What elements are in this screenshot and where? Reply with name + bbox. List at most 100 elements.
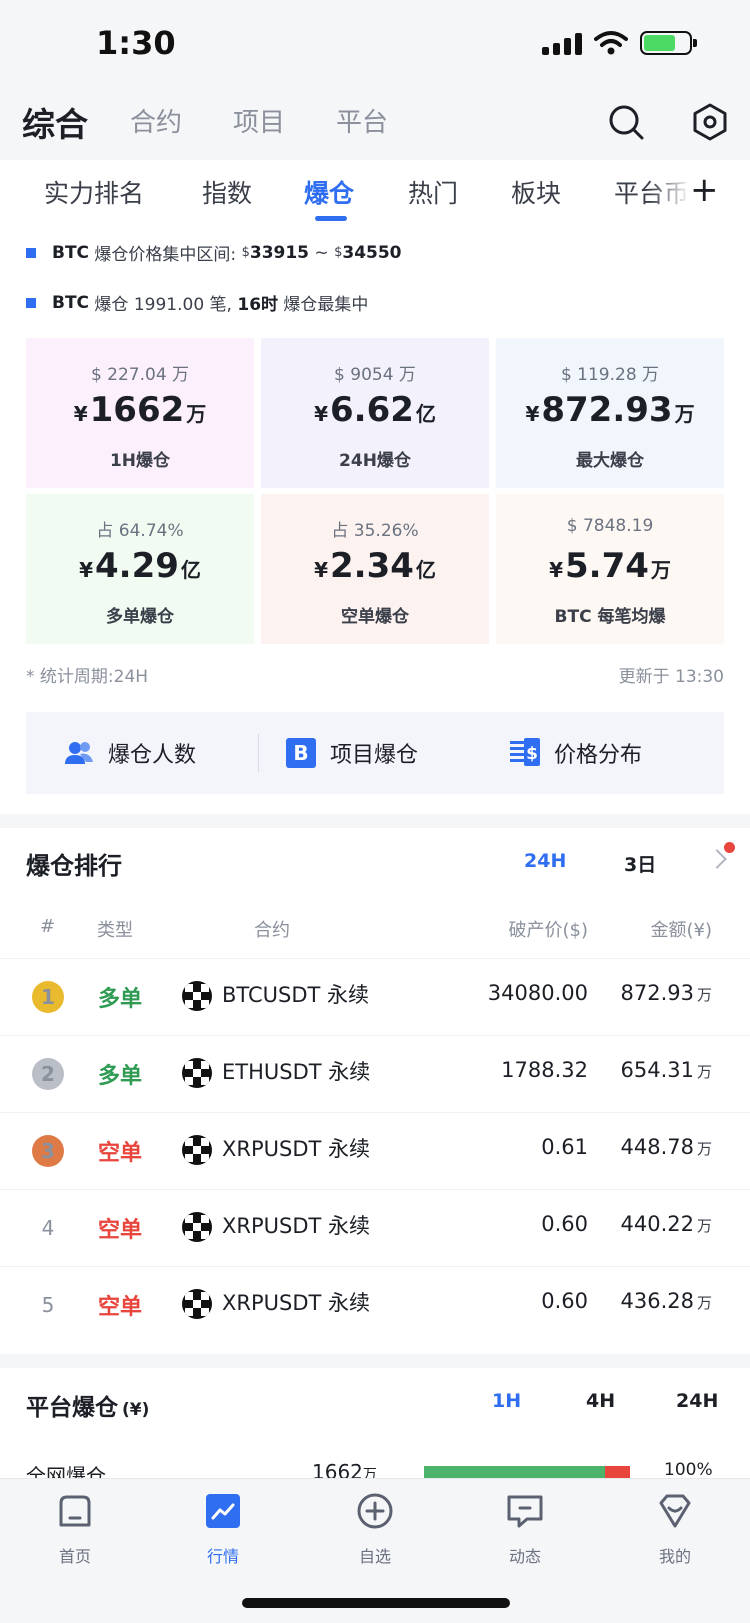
stat-card-sub: 占 64.74% <box>96 521 184 541</box>
medal-icon: 1 <box>32 981 64 1013</box>
period-24h[interactable]: 24H <box>524 850 566 872</box>
settings-hexagon-icon[interactable] <box>690 102 730 142</box>
stat-card-label: 多单爆仓 <box>106 607 174 627</box>
subtab-liquidation[interactable]: 爆仓 <box>304 174 354 210</box>
stat-card-label: 1H爆仓 <box>109 451 171 471</box>
col-bankruptcy-price: 破产价($) <box>508 920 589 941</box>
platform-percent: 100% <box>664 1460 713 1480</box>
quick-price-distribution[interactable]: $ 价格分布 <box>510 712 642 794</box>
position-type: 多单 <box>98 987 143 1012</box>
status-icons <box>542 30 697 56</box>
stat-card-value: ¥2.34 亿 <box>314 546 436 586</box>
tabbar-profile[interactable]: 我的 <box>630 1491 720 1567</box>
platform-title: 平台爆仓 (¥) <box>26 1395 150 1421</box>
liquidation-count-info: BTC 爆仓 1991.00 笔, 16时 爆仓最集中 <box>26 290 368 315</box>
exchange-logo-icon <box>182 981 212 1011</box>
subtab-index[interactable]: 指数 <box>202 174 252 210</box>
subtab-sector[interactable]: 板块 <box>511 174 561 210</box>
contract-name: XRPUSDT 永续 <box>222 1291 371 1315</box>
stat-card-value: ¥4.29 亿 <box>79 546 201 586</box>
bullet-square-icon <box>26 297 36 308</box>
bitcoin-icon: B <box>286 738 316 768</box>
svg-text:$: $ <box>526 744 538 764</box>
home-icon <box>59 1495 91 1527</box>
platform-tab-24h[interactable]: 24H <box>676 1390 718 1412</box>
top-nav: 综合 合约 项目 平台 <box>0 90 750 160</box>
liquidation-amount: 654.31 万 <box>620 1058 713 1082</box>
tabbar-watchlist[interactable]: 自选 <box>330 1491 420 1567</box>
add-circle-icon <box>357 1493 393 1529</box>
quick-links-bar: 爆仓人数 B 项目爆仓 $ 价格分布 <box>26 712 724 794</box>
bankruptcy-price: 0.61 <box>541 1135 588 1159</box>
quick-liquidated-users[interactable]: 爆仓人数 <box>64 712 196 794</box>
table-row[interactable]: 5 空单 XRPUSDT 永续 0.60 436.28 万 <box>0 1266 750 1342</box>
message-icon <box>507 1495 543 1528</box>
chevron-right-icon[interactable] <box>707 849 727 869</box>
stat-card-value: ¥1662 万 <box>73 390 207 430</box>
tab-overview[interactable]: 综合 <box>22 98 88 146</box>
tabbar-home[interactable]: 首页 <box>30 1491 120 1567</box>
battery-icon <box>640 31 697 55</box>
medal-icon: 3 <box>32 1135 64 1167</box>
rank-number: 5 <box>41 1293 55 1317</box>
stat-card: $ 119.28 万 ¥872.93 万最大爆仓 <box>496 338 724 488</box>
contract-name: BTCUSDT 永续 <box>222 983 370 1007</box>
tab-contracts[interactable]: 合约 <box>130 102 182 139</box>
liquidation-amount: 436.28 万 <box>620 1289 713 1313</box>
stat-card-label: 空单爆仓 <box>341 607 409 627</box>
exchange-logo-icon <box>182 1212 212 1242</box>
tab-projects[interactable]: 项目 <box>233 102 285 139</box>
search-icon[interactable] <box>606 102 646 142</box>
platform-tab-1h[interactable]: 1H <box>492 1390 521 1412</box>
position-type: 空单 <box>98 1218 143 1243</box>
contract-name: XRPUSDT 永续 <box>222 1214 371 1238</box>
stat-card-value: ¥872.93 万 <box>525 390 695 430</box>
svg-text:B: B <box>293 741 308 765</box>
stat-card-value: ¥6.62 亿 <box>314 390 436 430</box>
stat-card-value: ¥5.74 万 <box>549 546 671 586</box>
profile-icon <box>659 1494 691 1528</box>
tabbar-feed[interactable]: 动态 <box>480 1491 570 1567</box>
exchange-logo-icon <box>182 1058 212 1088</box>
tabbar-market[interactable]: 行情 <box>178 1491 268 1567</box>
subtab-strength-rank[interactable]: 实力排名 <box>44 174 144 210</box>
market-chart-icon <box>206 1494 240 1528</box>
exchange-logo-icon <box>182 1135 212 1165</box>
stat-card: $ 7848.19 ¥5.74 万 BTC 每笔均爆 <box>496 494 724 644</box>
period-3d[interactable]: 3日 <box>624 850 656 877</box>
platform-tab-4h[interactable]: 4H <box>586 1390 615 1412</box>
notification-dot <box>724 842 735 853</box>
update-time: 更新于 13:30 <box>618 667 724 687</box>
table-row[interactable]: 1 多单 BTCUSDT 永续 34080.00 872.93 万 <box>0 958 750 1034</box>
contract-name: XRPUSDT 永续 <box>222 1137 371 1161</box>
stat-card-sub: $ 119.28 万 <box>560 365 660 385</box>
bankruptcy-price: 1788.32 <box>501 1058 588 1082</box>
sub-tabs: 实力排名 指数 爆仓 热门 板块 平台币 + <box>0 160 750 228</box>
table-row[interactable]: 3 空单 XRPUSDT 永续 0.61 448.78 万 <box>0 1112 750 1188</box>
tab-platforms[interactable]: 平台 <box>336 102 388 139</box>
liquidation-amount: 440.22 万 <box>620 1212 713 1236</box>
table-row[interactable]: 2 多单 ETHUSDT 永续 1788.32 654.31 万 <box>0 1035 750 1111</box>
stat-card-sub: $ 9054 万 <box>334 365 416 385</box>
subtab-hot[interactable]: 热门 <box>408 174 458 210</box>
price-list-icon: $ <box>510 738 540 766</box>
stat-card-label: BTC 每笔均爆 <box>554 607 666 627</box>
add-tab-icon[interactable]: + <box>690 170 719 210</box>
exchange-logo-icon <box>182 1289 212 1319</box>
stat-card-sub: $ 7848.19 <box>566 516 654 536</box>
stat-card-sub: $ 227.04 万 <box>90 365 190 385</box>
quick-project-liquidation[interactable]: B 项目爆仓 <box>286 712 418 794</box>
bankruptcy-price: 0.60 <box>541 1289 588 1313</box>
stat-card-label: 24H爆仓 <box>339 451 411 471</box>
bankruptcy-price: 34080.00 <box>487 981 588 1005</box>
status-time: 1:30 <box>96 24 176 62</box>
long-short-bar <box>424 1466 630 1478</box>
price-range-info: BTC 爆仓价格集中区间: $ 33915 ~ $ 34550 <box>26 240 402 265</box>
medal-icon: 2 <box>32 1058 64 1090</box>
stat-card: 占 35.26% ¥2.34 亿空单爆仓 <box>261 494 489 644</box>
position-type: 多单 <box>98 1064 143 1089</box>
table-row[interactable]: 4 空单 XRPUSDT 永续 0.60 440.22 万 <box>0 1189 750 1265</box>
position-type: 空单 <box>98 1141 143 1166</box>
stat-card: $ 227.04 万 ¥1662 万 1H爆仓 <box>26 338 254 488</box>
users-icon <box>65 742 93 764</box>
